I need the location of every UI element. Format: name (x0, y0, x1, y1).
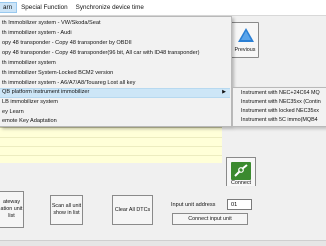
scan-all-unit-line: show in list (53, 210, 80, 216)
connect-input-unit-button[interactable]: Connect input unit (172, 213, 248, 225)
scan-all-unit-line: Scan all unit (51, 203, 82, 209)
plug-connect-icon (231, 162, 251, 180)
clear-all-dtcs-button[interactable]: Clear All DTCs (112, 195, 153, 225)
menu-option-label: ey Learn (2, 109, 24, 115)
menu-item-special-function[interactable]: Special Function (17, 4, 72, 11)
menu-option-label: opy 48 transponder - Copy 48 transponder… (2, 50, 200, 56)
chevron-right-icon: ▶ (222, 89, 226, 95)
clear-all-dtcs-label: Clear All DTCs (114, 206, 151, 213)
up-arrow-triangle-icon (238, 28, 254, 42)
gateway-button-line: list (8, 213, 15, 219)
menu-bar: arn Special Function Synchronize device … (0, 0, 326, 16)
scan-all-unit-button[interactable]: Scan all unit show in list (50, 195, 83, 225)
bottom-panel (0, 186, 326, 245)
submenu-option-5c-immo[interactable]: Instrument with 5C immo(MQB4 (233, 116, 326, 126)
status-strip (0, 240, 326, 246)
learn-dropdown-menu: th Immobilizer system - VW/Skoda/Seat th… (0, 16, 232, 127)
menu-option-locked-bcm2[interactable]: th immobilizer System-Locked BCM2 versio… (0, 69, 230, 79)
log-line (0, 137, 222, 138)
menu-option-immobilizer-vw-skoda-seat[interactable]: th Immobilizer system - VW/Skoda/Seat (0, 19, 230, 29)
gateway-installation-list-button[interactable]: ateway ation unit list (0, 191, 24, 228)
menu-option-label: QB platform instrument immobilizer (2, 89, 90, 95)
menu-option-immobilizer-audi[interactable]: th immobilizer system - Audi (0, 29, 230, 39)
menu-item-learn[interactable]: arn (0, 2, 18, 13)
connect-input-unit-label: Connect input unit (188, 215, 232, 222)
menu-option-label: LB immobilizer system (2, 99, 58, 105)
gateway-button-line: ation unit (0, 206, 23, 212)
input-unit-address-field[interactable] (227, 199, 252, 210)
menu-option-mlb-immobilizer[interactable]: LB immobilizer system (0, 98, 230, 108)
menu-option-remote-key-adaptation[interactable]: emote Key Adaptation (0, 117, 230, 127)
output-log-area (0, 127, 222, 163)
menu-option-label: th immobilizer System-Locked BCM2 versio… (2, 70, 114, 76)
menu-option-label: th immobilizer system - A6/A7/A8/Touareg… (2, 80, 136, 86)
menu-option-mqb-instrument-immobilizer[interactable]: QB platform instrument immobilizer ▶ (0, 88, 230, 98)
input-unit-address-label: Input unit address (171, 202, 216, 208)
menu-option-copy48-96bit[interactable]: opy 48 transponder - Copy 48 transponder… (0, 49, 230, 59)
menu-item-synchronize-device-time[interactable]: Synchronize device time (72, 4, 148, 11)
menu-option-label: th Immobilizer system - VW/Skoda/Seat (2, 20, 101, 26)
menu-option-label: opy 48 transponder - Copy 48 transponder… (2, 40, 132, 46)
menu-option-immobilizer-system[interactable]: th immobilizer system (0, 59, 230, 69)
menu-option-label: th immobilizer system (2, 60, 56, 66)
mqb-submenu: Instrument with NEC+24C64 MQ Instrument … (232, 87, 326, 127)
menu-option-label: emote Key Adaptation (2, 118, 57, 124)
log-line (0, 146, 222, 147)
previous-button-label: Previous (234, 47, 256, 53)
previous-button[interactable]: Previous (231, 22, 259, 58)
log-line (0, 155, 222, 156)
menu-option-copy48-obdii[interactable]: opy 48 transponder - Copy 48 transponder… (0, 39, 230, 49)
menu-option-label: th immobilizer system - Audi (2, 30, 72, 36)
gateway-button-line: ateway (2, 199, 21, 205)
